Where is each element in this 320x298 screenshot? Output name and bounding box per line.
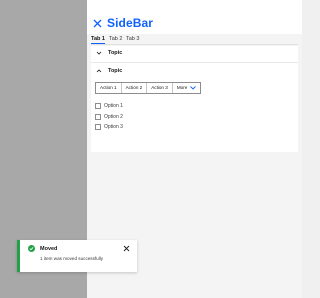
tab-1[interactable]: Tab 1	[91, 35, 105, 44]
accordion-label: Topic	[108, 68, 123, 74]
checkbox-box[interactable]	[95, 103, 101, 109]
tab-bar: Tab 1 Tab 2 Tab 3	[91, 34, 298, 45]
more-button[interactable]: More	[173, 83, 200, 93]
close-button[interactable]	[92, 18, 103, 29]
tab-content: Topic Topic Action 1 Action 2 Action 3 M…	[91, 46, 298, 152]
checkbox-box[interactable]	[95, 124, 101, 130]
checkbox-box[interactable]	[95, 114, 101, 120]
option-3-checkbox[interactable]: Option 3	[95, 123, 123, 131]
tab-3[interactable]: Tab 3	[126, 35, 139, 43]
toast-subtitle: 1 item was moved successfully	[40, 256, 104, 261]
chevron-down-icon	[190, 86, 197, 90]
option-2-checkbox[interactable]: Option 2	[95, 113, 123, 121]
option-label: Option 2	[104, 114, 123, 120]
close-icon	[93, 19, 102, 28]
option-label: Option 3	[104, 124, 123, 130]
action-button-group: Action 1 Action 2 Action 3 More	[95, 82, 202, 94]
chevron-up-icon	[96, 69, 102, 73]
action-3-button[interactable]: Action 3	[147, 83, 173, 93]
toast-title: Moved	[40, 246, 58, 252]
more-label: More	[176, 85, 188, 90]
checkmark-filled-icon	[28, 245, 35, 252]
chevron-down-icon	[96, 51, 102, 55]
option-1-checkbox[interactable]: Option 1	[95, 102, 123, 110]
option-label: Option 1	[104, 103, 123, 109]
toast-notification: Moved 1 item was moved successfully	[17, 240, 137, 272]
accordion-item-1[interactable]: Topic	[91, 46, 298, 63]
sidebar-header: SideBar	[87, 0, 302, 34]
toast-close-button[interactable]	[123, 245, 130, 252]
accordion-item-2[interactable]: Topic	[91, 64, 298, 80]
action-2-button[interactable]: Action 2	[122, 83, 148, 93]
close-icon	[123, 245, 130, 252]
tab-2[interactable]: Tab 2	[109, 35, 122, 43]
action-1-button[interactable]: Action 1	[96, 83, 122, 93]
accordion-label: Topic	[108, 50, 123, 56]
sidebar-title: SideBar	[107, 16, 154, 30]
